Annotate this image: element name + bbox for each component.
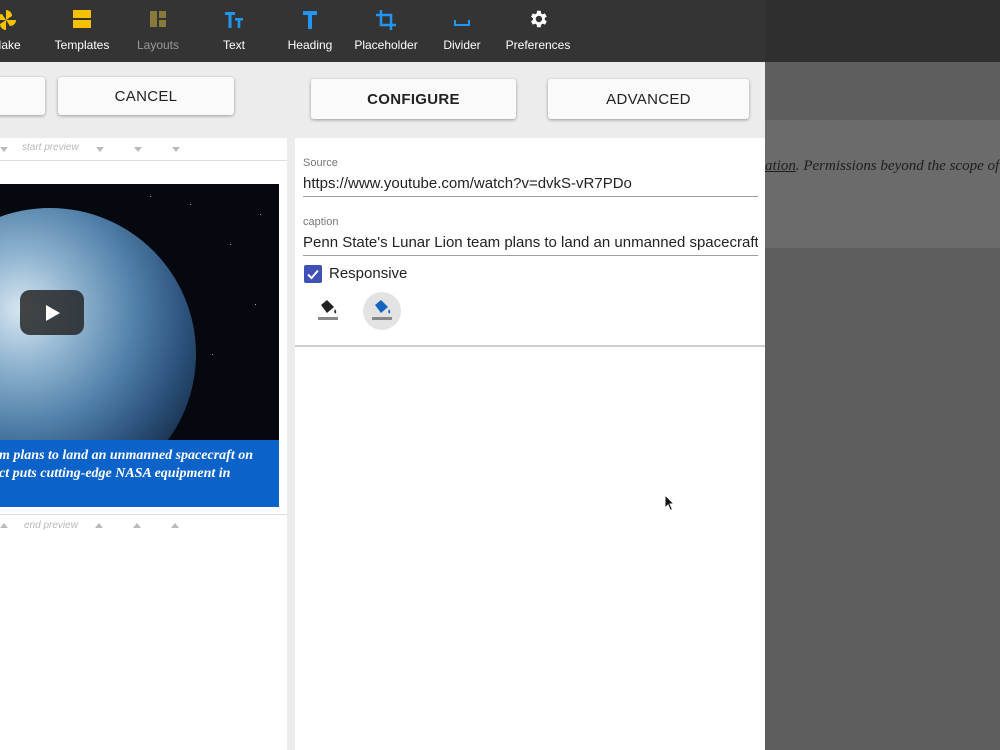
star	[212, 354, 213, 355]
marker-line	[0, 160, 287, 161]
toolbar-heading[interactable]: Heading	[272, 8, 348, 52]
layouts-icon	[120, 8, 196, 32]
caption-line-2: ct puts cutting-edge NASA equipment in	[0, 466, 231, 481]
templates-icon	[44, 8, 120, 32]
chevron-up-icon	[171, 523, 179, 528]
toolbar-divider-label: Divider	[443, 38, 481, 52]
star	[190, 204, 191, 205]
source-underline	[303, 196, 758, 197]
toolbar-templates-label: Templates	[54, 38, 110, 52]
editor-toolbar: Make Templates Layouts Text Heading Plac…	[0, 0, 765, 62]
play-icon	[46, 304, 60, 321]
source-field[interactable]: https://www.youtube.com/watch?v=dvkS-vR7…	[303, 175, 758, 192]
caption-line-1: m plans to land an unmanned spacecraft o…	[0, 448, 253, 463]
text-size-icon	[196, 8, 272, 32]
pinwheel-icon	[0, 8, 44, 32]
marker-line	[0, 514, 287, 515]
star	[255, 304, 256, 305]
background-doc-link: ation	[765, 158, 796, 174]
paint-bucket-icon	[372, 300, 392, 320]
chevron-up-icon	[95, 523, 103, 528]
background-color-button[interactable]	[363, 292, 401, 330]
end-preview-label: end preview	[24, 520, 78, 531]
toolbar-heading-label: Heading	[287, 38, 333, 52]
background-topbar	[765, 0, 1000, 62]
chevron-up-icon	[133, 523, 141, 528]
advanced-tab[interactable]: ADVANCED	[548, 79, 749, 119]
crop-icon	[348, 8, 424, 32]
toolbar-preferences[interactable]: Preferences	[500, 8, 576, 52]
save-button[interactable]	[0, 77, 45, 115]
gear-icon	[500, 8, 576, 32]
start-preview-marker: start preview	[0, 138, 287, 162]
chevron-down-icon	[0, 147, 8, 152]
toolbar-placeholder[interactable]: Placeholder	[348, 8, 424, 52]
cancel-button[interactable]: CANCEL	[58, 77, 234, 115]
toolbar-preferences-label: Preferences	[505, 38, 571, 52]
play-button[interactable]	[20, 290, 84, 335]
config-divider	[295, 345, 765, 347]
caption-label: caption	[303, 216, 339, 228]
toolbar-layouts-label: Layouts	[136, 38, 180, 52]
star	[260, 214, 261, 215]
toolbar-make-label: Make	[0, 38, 21, 52]
background-doc-sentence: . Permissions beyond the scope of t	[795, 158, 1000, 174]
chevron-down-icon	[96, 147, 104, 152]
chevron-down-icon	[134, 147, 142, 152]
star	[150, 196, 151, 197]
configure-tab[interactable]: CONFIGURE	[311, 79, 516, 119]
video-caption: m plans to land an unmanned spacecraft o…	[0, 440, 279, 507]
mouse-cursor	[664, 493, 676, 517]
toolbar-layouts[interactable]: Layouts	[120, 8, 196, 52]
chevron-down-icon	[172, 147, 180, 152]
background-document: ation. Permissions beyond the scope of t	[765, 0, 1000, 750]
toolbar-placeholder-label: Placeholder	[354, 38, 418, 52]
toolbar-templates[interactable]: Templates	[44, 8, 120, 52]
responsive-label: Responsive	[329, 265, 408, 282]
chevron-up-icon	[0, 523, 8, 528]
paint-bucket-icon	[318, 300, 338, 320]
text-color-button[interactable]	[309, 292, 347, 330]
caption-field[interactable]: Penn State's Lunar Lion team plans to la…	[303, 234, 758, 251]
background-doc-strip	[765, 120, 1000, 248]
heading-icon	[272, 8, 348, 32]
caption-underline	[303, 255, 758, 256]
source-label: Source	[303, 157, 338, 169]
config-column	[295, 138, 765, 750]
start-preview-label: start preview	[22, 142, 79, 153]
check-icon	[307, 269, 319, 280]
end-preview-marker: end preview	[0, 514, 287, 538]
toolbar-make[interactable]: Make	[0, 8, 44, 52]
divider-icon	[424, 8, 500, 32]
toolbar-text[interactable]: Text	[196, 8, 272, 52]
toolbar-text-label: Text	[222, 38, 245, 52]
background-doc-text: ation. Permissions beyond the scope of t	[765, 158, 1000, 175]
star	[230, 244, 231, 245]
responsive-checkbox[interactable]	[304, 265, 322, 283]
toolbar-divider[interactable]: Divider	[424, 8, 500, 52]
